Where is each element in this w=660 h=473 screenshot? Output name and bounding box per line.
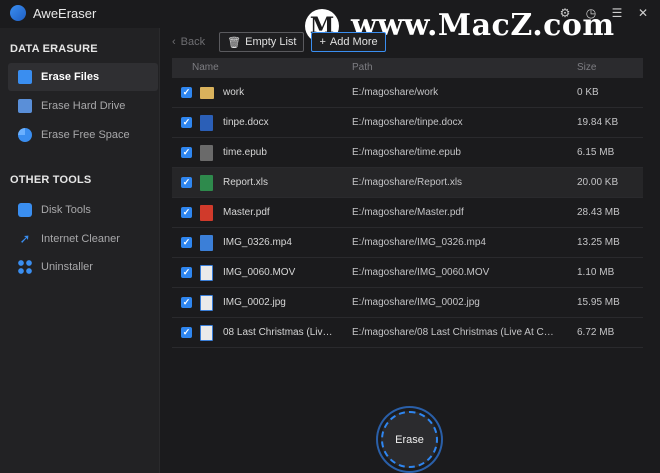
sidebar-item-label: Disk Tools — [41, 204, 91, 216]
file-size: 0 KB — [577, 87, 599, 98]
file-name: work — [223, 87, 245, 98]
file-name: 08 Last Christmas (Live A... — [223, 327, 338, 338]
file-size: 13.25 MB — [577, 237, 620, 248]
file-name: time.epub — [223, 147, 267, 158]
file-size: 1.10 MB — [577, 267, 615, 278]
close-icon[interactable]: ✕ — [636, 6, 650, 20]
file-size: 20.00 KB — [577, 177, 619, 188]
table-row[interactable]: ✓ 08 Last Christmas (Live A... E:/magosh… — [172, 318, 643, 348]
table-row[interactable]: ✓ time.epub E:/magoshare/time.epub 6.15 … — [172, 138, 643, 168]
sidebar-item-erase-files[interactable]: Erase Files — [8, 63, 158, 91]
erase-button[interactable]: Erase — [381, 411, 438, 468]
column-header-path[interactable]: Path — [352, 62, 373, 73]
file-name: IMG_0326.mp4 — [223, 237, 292, 248]
empty-list-button[interactable]: 🗑 Empty List — [219, 32, 305, 52]
epub-file-icon — [200, 145, 213, 161]
sidebar-item-label: Erase Files — [41, 71, 100, 83]
file-size: 15.95 MB — [577, 297, 620, 308]
image-file-icon — [200, 295, 213, 311]
sidebar-item-erase-free-space[interactable]: Erase Free Space — [8, 121, 158, 149]
table-row[interactable]: ✓ IMG_0326.mp4 E:/magoshare/IMG_0326.mp4… — [172, 228, 643, 258]
checkbox[interactable]: ✓ — [181, 297, 192, 308]
sidebar-item-uninstaller[interactable]: Uninstaller — [8, 253, 158, 281]
menu-icon[interactable]: ☰ — [610, 6, 624, 20]
mov-file-icon — [200, 265, 213, 281]
checkbox[interactable]: ✓ — [181, 87, 192, 98]
settings-icon[interactable]: ⚙ — [558, 6, 572, 20]
checkbox[interactable]: ✓ — [181, 147, 192, 158]
section-title-data-erasure: DATA ERASURE — [10, 43, 98, 55]
checkbox[interactable]: ✓ — [181, 117, 192, 128]
checkbox[interactable]: ✓ — [181, 237, 192, 248]
file-name: IMG_0002.jpg — [223, 297, 286, 308]
back-button[interactable]: ‹ Back — [172, 36, 205, 48]
table-row[interactable]: ✓ work E:/magoshare/work 0 KB — [172, 78, 643, 108]
file-name: Master.pdf — [223, 207, 270, 218]
folder-icon — [18, 70, 32, 84]
file-name: Report.xls — [223, 177, 269, 188]
sidebar-item-internet-cleaner[interactable]: ➚ Internet Cleaner — [8, 225, 158, 253]
file-path: E:/magoshare/work — [352, 87, 439, 98]
plus-icon: + — [319, 36, 326, 48]
apps-icon — [18, 260, 32, 274]
pie-icon — [18, 128, 32, 142]
sidebar: DATA ERASURE Erase Files Erase Hard Driv… — [0, 28, 160, 473]
checkbox[interactable]: ✓ — [181, 267, 192, 278]
table-row[interactable]: ✓ IMG_0002.jpg E:/magoshare/IMG_0002.jpg… — [172, 288, 643, 318]
folder-icon — [200, 87, 214, 99]
table-row[interactable]: ✓ Master.pdf E:/magoshare/Master.pdf 28.… — [172, 198, 643, 228]
table-header: Name Path Size — [172, 58, 643, 78]
table-row[interactable]: ✓ tinpe.docx E:/magoshare/tinpe.docx 19.… — [172, 108, 643, 138]
file-path: E:/magoshare/IMG_0060.MOV — [352, 267, 490, 278]
table-row[interactable]: ✓ IMG_0060.MOV E:/magoshare/IMG_0060.MOV… — [172, 258, 643, 288]
pdf-file-icon — [200, 205, 213, 221]
checkbox[interactable]: ✓ — [181, 327, 192, 338]
sidebar-item-disk-tools[interactable]: Disk Tools — [8, 196, 158, 224]
add-more-label: Add More — [329, 36, 378, 48]
file-path: E:/magoshare/08 Last Christmas (Live At … — [352, 327, 557, 338]
sidebar-item-label: Erase Hard Drive — [41, 100, 126, 112]
section-title-other-tools: OTHER TOOLS — [10, 174, 92, 186]
window-controls: ⚙ ◷ ☰ ✕ — [558, 6, 650, 20]
app-logo-icon — [10, 5, 26, 21]
file-path: E:/magoshare/IMG_0002.jpg — [352, 297, 480, 308]
column-header-name[interactable]: Name — [192, 62, 219, 73]
table-row[interactable]: ✓ Report.xls E:/magoshare/Report.xls 20.… — [172, 168, 643, 198]
file-size: 6.15 MB — [577, 147, 615, 158]
file-path: E:/magoshare/tinpe.docx — [352, 117, 463, 128]
rocket-icon: ➚ — [19, 231, 31, 246]
bag-icon — [18, 203, 32, 217]
audio-file-icon — [200, 325, 213, 341]
file-size: 28.43 MB — [577, 207, 620, 218]
sidebar-item-erase-hard-drive[interactable]: Erase Hard Drive — [8, 92, 158, 120]
excel-file-icon — [200, 175, 213, 191]
column-header-size[interactable]: Size — [577, 62, 596, 73]
file-name: tinpe.docx — [223, 117, 269, 128]
checkbox[interactable]: ✓ — [181, 177, 192, 188]
file-list: ✓ work E:/magoshare/work 0 KB ✓ tinpe.do… — [172, 78, 643, 348]
sidebar-item-label: Internet Cleaner — [41, 233, 120, 245]
back-label: Back — [180, 36, 206, 48]
video-file-icon — [200, 235, 213, 251]
file-size: 19.84 KB — [577, 117, 619, 128]
file-path: E:/magoshare/Master.pdf — [352, 207, 464, 218]
file-path: E:/magoshare/IMG_0326.mp4 — [352, 237, 486, 248]
file-size: 6.72 MB — [577, 327, 615, 338]
file-path: E:/magoshare/time.epub — [352, 147, 461, 158]
file-path: E:/magoshare/Report.xls — [352, 177, 463, 188]
toolbar: ‹ Back 🗑 Empty List + Add More — [172, 32, 393, 52]
empty-list-label: Empty List — [245, 36, 297, 48]
drive-icon — [18, 99, 32, 113]
file-name: IMG_0060.MOV — [223, 267, 296, 278]
checkbox[interactable]: ✓ — [181, 207, 192, 218]
sidebar-item-label: Uninstaller — [41, 261, 93, 273]
history-icon[interactable]: ◷ — [584, 6, 598, 20]
trash-icon: 🗑 — [227, 36, 242, 49]
app-title: AweEraser — [33, 6, 97, 21]
chevron-left-icon: ‹ — [172, 36, 176, 48]
word-document-icon — [200, 115, 213, 131]
add-more-button[interactable]: + Add More — [311, 32, 386, 52]
sidebar-item-label: Erase Free Space — [41, 129, 130, 141]
